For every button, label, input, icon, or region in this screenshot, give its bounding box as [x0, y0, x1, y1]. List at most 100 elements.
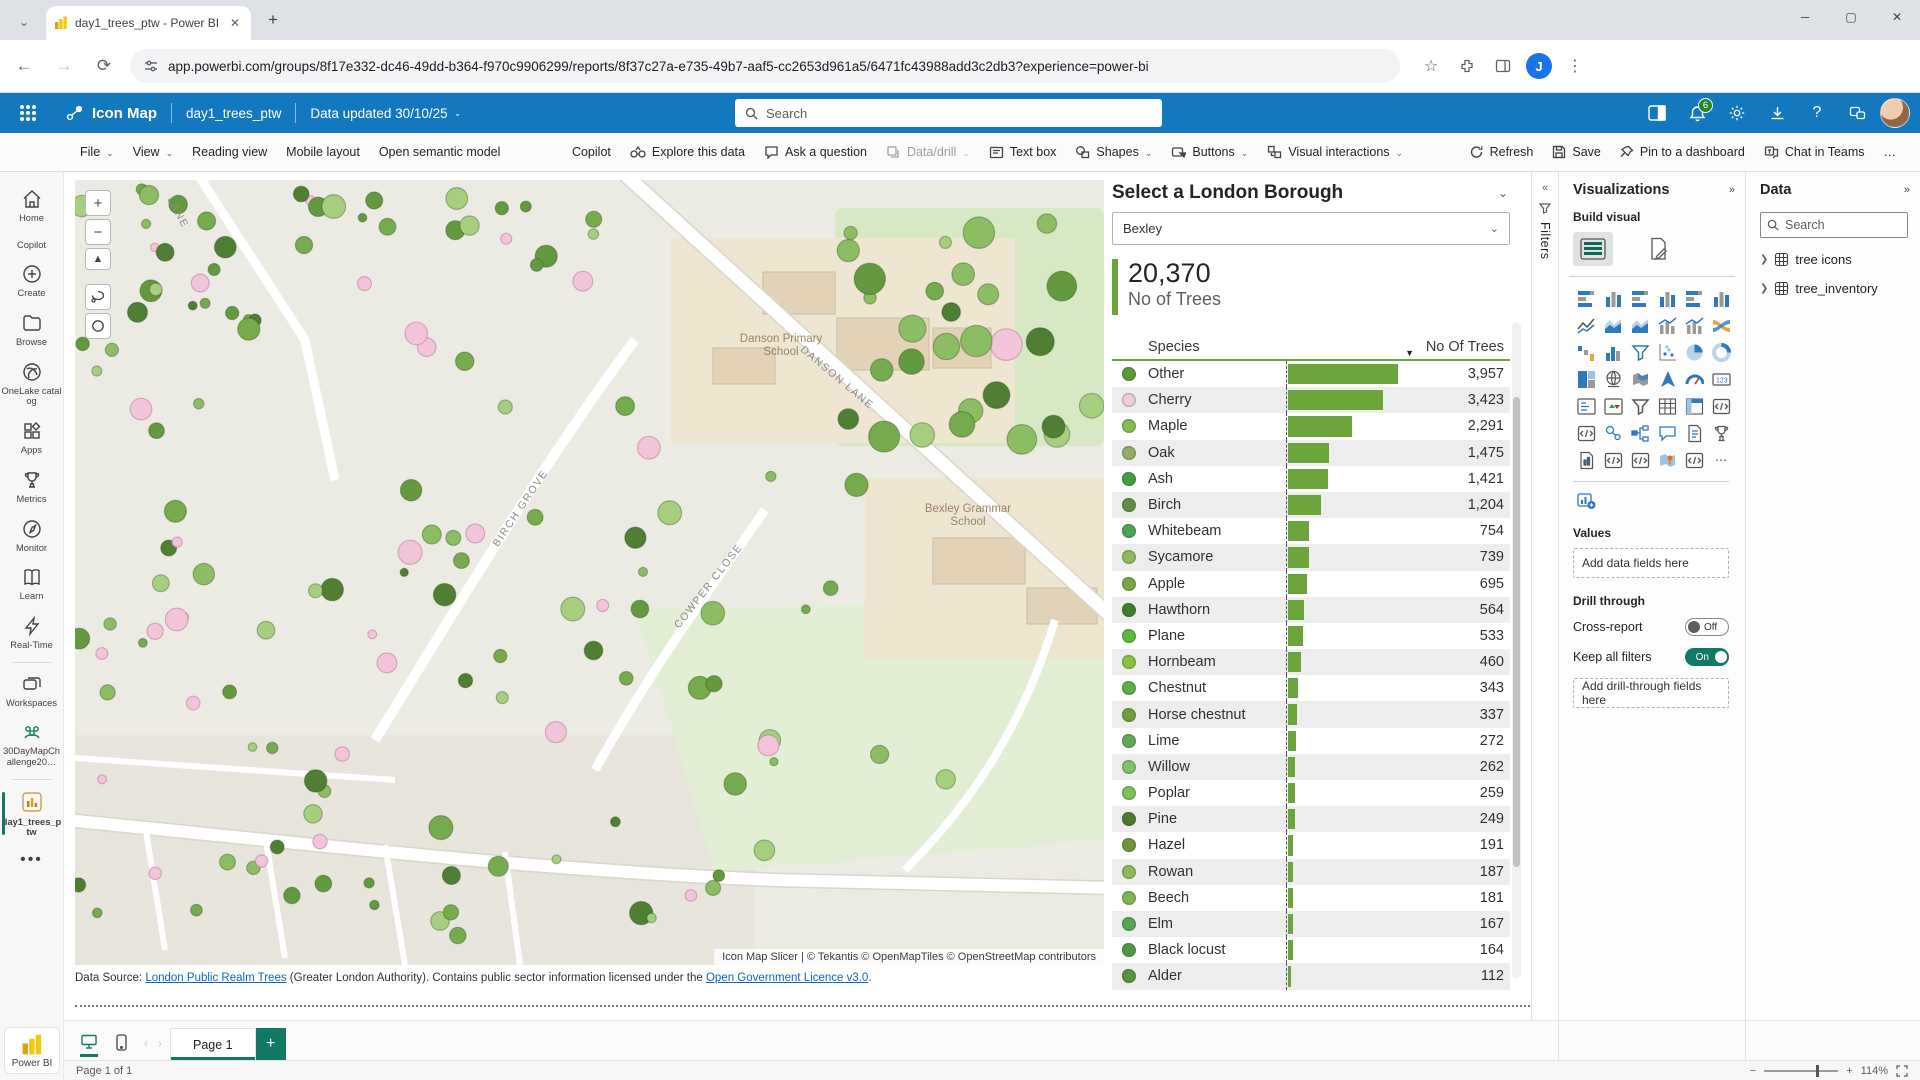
viz-icon-python[interactable] — [1573, 420, 1599, 446]
data-field-tree-icons[interactable]: ❯ tree icons — [1760, 252, 1910, 267]
user-avatar[interactable] — [1880, 98, 1910, 128]
menu-item-chat-in-teams[interactable]: Chat in Teams — [1764, 145, 1865, 159]
species-row-lime[interactable]: Lime 272 — [1112, 728, 1510, 754]
sidebar-item-learn[interactable]: Learn — [0, 560, 64, 609]
tab-close-icon[interactable]: ✕ — [227, 15, 243, 31]
viz-icon-decomposition-tree[interactable] — [1627, 420, 1653, 446]
species-row-elm[interactable]: Elm 167 — [1112, 911, 1510, 937]
next-page-arrow-icon[interactable]: › — [158, 1036, 162, 1050]
menu-item-view[interactable]: View⌄ — [133, 145, 173, 159]
filters-pane-collapsed[interactable]: « Filters — [1531, 172, 1558, 1020]
viz-icon-gauge[interactable] — [1681, 366, 1707, 392]
prev-page-arrow-icon[interactable]: ‹ — [144, 1036, 148, 1050]
species-row-ash[interactable]: Ash 1,421 — [1112, 466, 1510, 492]
species-scrollbar-thumb[interactable] — [1513, 397, 1520, 867]
viz-icon-scatter-chart[interactable] — [1654, 339, 1680, 365]
viz-icon-stacked-area-chart[interactable] — [1627, 312, 1653, 338]
viz-icon-power-automate[interactable] — [1627, 447, 1653, 473]
data-updated[interactable]: Data updated 30/10/25⌄ — [310, 106, 461, 121]
waffle-menu-icon[interactable] — [8, 93, 48, 133]
zoom-in-icon[interactable]: + — [1846, 1065, 1852, 1077]
collapse-visualizations-icon[interactable]: » — [1729, 184, 1735, 196]
expand-chevron-icon[interactable]: ❯ — [1760, 283, 1768, 294]
viz-icon-q-and-a[interactable] — [1654, 420, 1680, 446]
build-visual-tab[interactable] — [1573, 232, 1613, 266]
menu-item-data-drill[interactable]: Data/drill⌄ — [886, 145, 970, 159]
sidebar-item-metrics[interactable]: Metrics — [0, 463, 64, 512]
browser-profile-avatar[interactable]: J — [1526, 53, 1552, 79]
cross-report-toggle[interactable]: Off — [1685, 618, 1729, 636]
page-tab[interactable]: Page 1 — [170, 1028, 256, 1060]
viz-icon-azure-map[interactable] — [1654, 366, 1680, 392]
side-panel-icon[interactable] — [1490, 53, 1516, 79]
viz-icon-area-chart[interactable] — [1600, 312, 1626, 338]
species-row-willow[interactable]: Willow 262 — [1112, 754, 1510, 780]
menu-item-text-box[interactable]: Text box — [989, 145, 1057, 159]
species-row-other[interactable]: Other 3,957 — [1112, 361, 1510, 387]
desktop-layout-icon[interactable] — [78, 1031, 100, 1053]
viz-icon-power-apps[interactable] — [1600, 447, 1626, 473]
viz-icon-map[interactable] — [1600, 366, 1626, 392]
viz-icon-arcgis-map[interactable] — [1654, 447, 1680, 473]
species-row-cherry[interactable]: Cherry 3,423 — [1112, 387, 1510, 413]
species-row-beech[interactable]: Beech 181 — [1112, 885, 1510, 911]
menu-item-open-semantic-model[interactable]: Open semantic model — [379, 145, 501, 159]
menu-item-reading-view[interactable]: Reading view — [192, 145, 267, 159]
tab-search-icon[interactable]: ⌄ — [10, 8, 38, 36]
viz-icon-line-and-stacked-column-chart[interactable] — [1654, 312, 1680, 338]
browser-tab[interactable]: day1_trees_ptw - Power BI ✕ — [46, 6, 251, 40]
viz-icon-line-chart[interactable] — [1573, 312, 1599, 338]
feedback-icon[interactable] — [1840, 96, 1874, 130]
viz-icon-funnel-chart[interactable] — [1627, 339, 1653, 365]
map-circle-select-button[interactable] — [85, 313, 111, 339]
viz-icon-stacked-column-chart[interactable] — [1600, 285, 1626, 311]
download-icon[interactable] — [1760, 96, 1794, 130]
viz-icon-slicer[interactable] — [1627, 393, 1653, 419]
species-scrollbar[interactable] — [1512, 322, 1521, 978]
viz-icon-matrix[interactable] — [1681, 393, 1707, 419]
viz-icon-100-stacked-column-chart[interactable] — [1708, 285, 1734, 311]
reload-button[interactable]: ⟳ — [88, 50, 120, 82]
site-settings-icon[interactable] — [144, 59, 158, 73]
mobile-layout-icon[interactable] — [110, 1031, 132, 1053]
keep-all-filters-toggle[interactable]: On — [1685, 648, 1729, 666]
sidebar-item-30daymapchallenge20-[interactable]: 30DayMapChallenge20… — [0, 715, 64, 774]
window-maximize-button[interactable]: ▢ — [1828, 0, 1874, 34]
species-row-apple[interactable]: Apple 695 — [1112, 571, 1510, 597]
data-search-input[interactable]: Search — [1760, 212, 1908, 238]
viz-icon-multi-row-card[interactable] — [1573, 393, 1599, 419]
species-row-hazel[interactable]: Hazel 191 — [1112, 832, 1510, 858]
species-row-birch[interactable]: Birch 1,204 — [1112, 492, 1510, 518]
viz-icon-line-and-clustered-column-chart[interactable] — [1681, 312, 1707, 338]
data-source-link[interactable]: London Public Realm Trees — [145, 972, 286, 984]
viz-icon-clustered-column-chart[interactable] — [1654, 285, 1680, 311]
viz-icon-waterfall-chart[interactable] — [1573, 339, 1599, 365]
global-search-input[interactable]: Search — [735, 99, 1162, 127]
viz-icon-r-script[interactable] — [1708, 393, 1734, 419]
species-row-poplar[interactable]: Poplar 259 — [1112, 780, 1510, 806]
new-tab-button[interactable]: + — [259, 6, 287, 34]
species-row-whitebeam[interactable]: Whitebeam 754 — [1112, 518, 1510, 544]
species-row-horse-chestnut[interactable]: Horse chestnut 337 — [1112, 701, 1510, 727]
species-row-hornbeam[interactable]: Hornbeam 460 — [1112, 649, 1510, 675]
map-visual[interactable]: DANSON LANEBIRCH GROVECOWPER CLOSELANEDa… — [75, 180, 1104, 965]
viz-icon-key-influencers[interactable] — [1600, 420, 1626, 446]
viz-icon-table[interactable] — [1654, 393, 1680, 419]
data-field-tree-inventory[interactable]: ❯ tree_inventory — [1760, 281, 1910, 296]
sidebar-item-real-time[interactable]: Real-Time — [0, 609, 64, 658]
zoom-slider[interactable] — [1764, 1070, 1838, 1072]
side-pane-toggle-icon[interactable] — [1640, 96, 1674, 130]
species-row-oak[interactable]: Oak 1,475 — [1112, 440, 1510, 466]
viz-icon-histogram-chart[interactable] — [1600, 339, 1626, 365]
sidebar-item-browse[interactable]: Browse — [0, 306, 64, 355]
slicer-collapse-chevron-icon[interactable]: ⌄ — [1498, 186, 1508, 200]
viz-icon-stacked-bar-chart[interactable] — [1573, 285, 1599, 311]
sidebar-item-onelake-catalog[interactable]: OneLake catalog — [0, 355, 64, 414]
species-row-sycamore[interactable]: Sycamore 739 — [1112, 544, 1510, 570]
map-zoom-in-button[interactable]: + — [85, 190, 111, 216]
sidebar-item-workspaces[interactable]: Workspaces — [0, 667, 64, 716]
zoom-out-icon[interactable]: − — [1750, 1065, 1756, 1077]
viz-icon-smart-narrative[interactable] — [1681, 420, 1707, 446]
viz-icon-more-options[interactable]: ⋯ — [1708, 447, 1734, 473]
species-row-alder[interactable]: Alder 112 — [1112, 963, 1510, 989]
